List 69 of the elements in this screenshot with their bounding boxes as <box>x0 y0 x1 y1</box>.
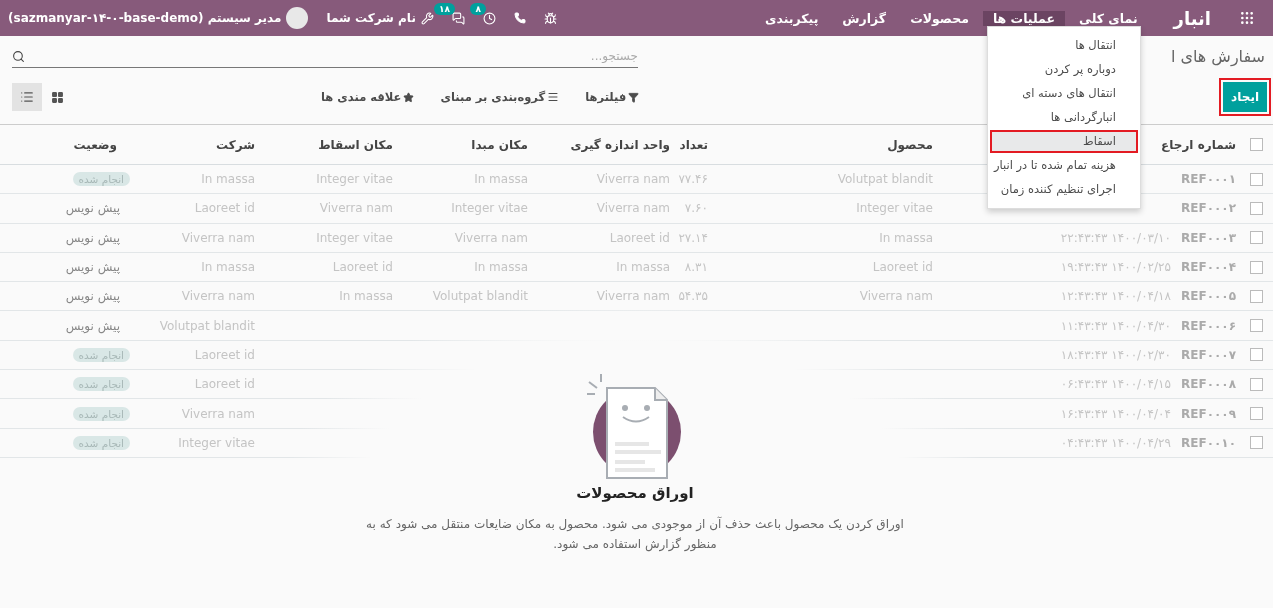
checkbox[interactable] <box>1250 172 1263 186</box>
checkbox[interactable] <box>1250 407 1263 420</box>
filter-button[interactable]: فیلترها <box>579 89 646 105</box>
table-cell-text: REF۰۰۰۵ <box>1180 289 1237 304</box>
count-badge: ۸ <box>470 2 486 15</box>
dropdown-item[interactable]: انتقال ها <box>989 33 1138 57</box>
table-cell-text: REF۰۰۰۲ <box>1180 201 1237 216</box>
debug-icon[interactable] <box>543 11 557 25</box>
nav-menu-item[interactable]: پیکربندی <box>755 10 829 26</box>
company-name[interactable]: نام شرکت شما <box>326 11 416 25</box>
app-name: انبار <box>1171 7 1212 29</box>
table-cell-text: REF۰۰۰۸ <box>1180 377 1237 392</box>
checkbox[interactable] <box>1250 377 1263 391</box>
dropdown-item[interactable]: انبارگردانی ها <box>989 105 1138 129</box>
nav-menu-item[interactable]: نمای کلی <box>1069 10 1148 26</box>
grid-icon <box>50 90 64 104</box>
table-cell-text: REF۰۰۰۹ <box>1180 406 1237 421</box>
search-field[interactable]: جستجو... <box>12 44 638 68</box>
search-icon <box>12 50 25 63</box>
page-title: سفارش های ا <box>1170 46 1265 66</box>
table-cell-text: REF۰۰۰۷ <box>1180 347 1237 362</box>
dropdown-item[interactable]: اجرای تنظیم کننده زمان <box>989 177 1138 201</box>
status-text: پیش نویس <box>65 289 120 304</box>
count-badge: ۱۸ <box>433 2 455 15</box>
dropdown-item[interactable]: دوباره پر کردن <box>989 57 1138 81</box>
status-text: پیش نویس <box>65 201 120 216</box>
grid-icon <box>1239 10 1255 26</box>
dropdown-item[interactable]: هزینه تمام شده تا در انبار <box>989 153 1138 177</box>
dropdown-item[interactable]: اسقاط <box>989 129 1138 153</box>
clock-icon[interactable] <box>482 11 496 25</box>
table-cell-text: REF۰۰۰۱ <box>1180 172 1237 187</box>
column-header[interactable]: مکان اسقاط <box>311 137 400 152</box>
phone-icon[interactable] <box>513 12 526 24</box>
tools-icon[interactable] <box>420 11 434 25</box>
avatar <box>286 7 309 29</box>
table-cell-text: REF۰۰۰۶ <box>1180 318 1237 333</box>
checkbox[interactable] <box>1250 138 1263 151</box>
checkbox[interactable] <box>1250 348 1263 362</box>
status-text: پیش نویس <box>65 318 120 333</box>
column-header[interactable]: مکان مبدا <box>464 137 535 152</box>
column-header[interactable]: شماره ارجاع <box>1154 137 1243 152</box>
status-text: پیش نویس <box>65 230 120 245</box>
bars-icon <box>547 91 560 103</box>
empty-state-description: اوراق کردن یک محصول باعث حذف آن از موجودی می شود. محصول به مکان ضایعات منتقل می شود که به منظور گزارش استفاده می شود. <box>365 515 905 554</box>
nav-menu-item[interactable]: عملیات ها <box>982 10 1065 26</box>
checkbox[interactable] <box>1250 319 1263 333</box>
user-name[interactable]: مدیر سیستم (sazmanyar-۱۴-۰-base-demo) <box>8 11 282 25</box>
nav-menu-item[interactable]: گزارش <box>832 10 897 26</box>
list-icon <box>20 90 34 104</box>
empty-state-title: اوراق محصولات <box>576 484 694 502</box>
chat-icon[interactable] <box>451 11 465 25</box>
checkbox[interactable] <box>1250 231 1263 245</box>
table-cell-text: REF۰۰۰۴ <box>1180 260 1237 275</box>
dropdown-item[interactable]: انتقال های دسته ای <box>989 81 1138 105</box>
column-header[interactable]: وضعیت <box>66 137 124 152</box>
filter-button[interactable]: علاقه مندی ها <box>315 89 421 105</box>
nav-menu-item[interactable]: محصولات <box>900 10 979 26</box>
star-icon <box>403 91 415 103</box>
table-cell-text: REF۰۰۱۰ <box>1180 435 1237 450</box>
checkbox[interactable] <box>1250 436 1263 450</box>
status-text: پیش نویس <box>65 260 120 275</box>
checkbox[interactable] <box>1250 201 1263 215</box>
checkbox[interactable] <box>1250 260 1263 274</box>
checkbox[interactable] <box>1250 289 1263 303</box>
filter-icon <box>628 91 640 103</box>
table-cell-text: REF۰۰۰۳ <box>1180 230 1237 245</box>
column-header[interactable]: محصول <box>880 137 940 152</box>
filter-button[interactable]: گروه‌بندی بر مبنای <box>434 89 566 105</box>
column-header[interactable]: شرکت <box>209 137 262 152</box>
